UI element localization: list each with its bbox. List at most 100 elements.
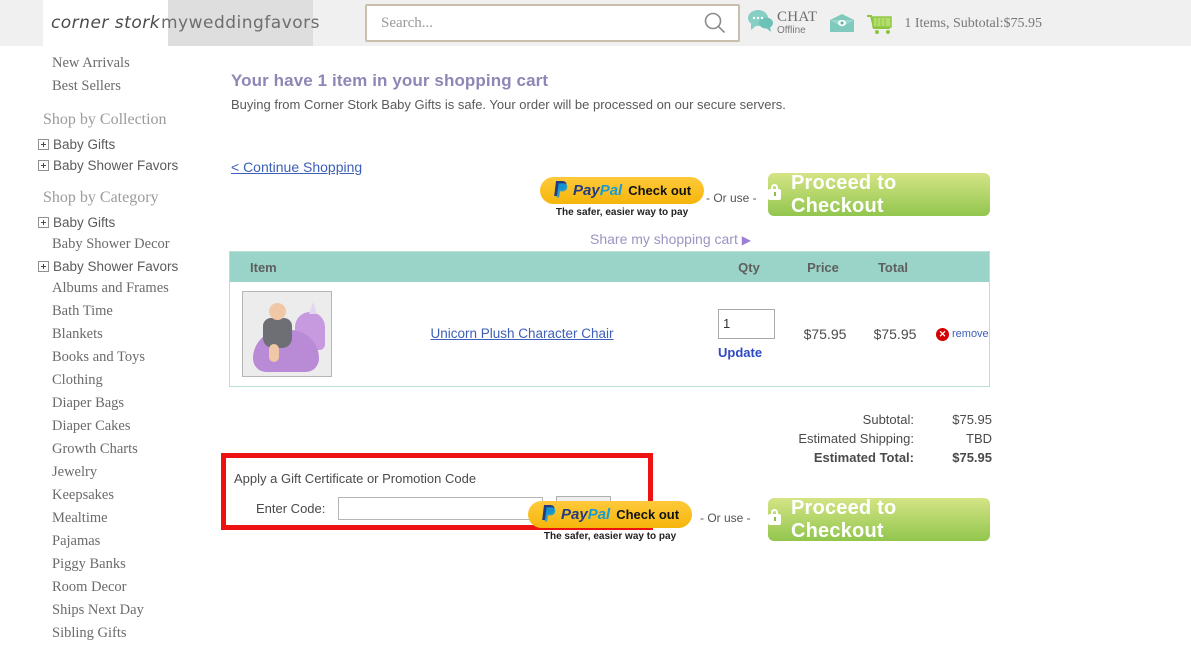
chat-bubble-icon[interactable]	[746, 8, 774, 39]
sidebar-item-best-sellers[interactable]: Best Sellers	[0, 75, 220, 98]
paypal-checkout-block-top: Pay Pal Check out The safer, easier way t…	[540, 177, 705, 218]
paypal-logo-icon	[553, 180, 570, 202]
update-quantity-link[interactable]: Update	[718, 345, 762, 360]
sidebar-item-collection-baby-shower-favors[interactable]: Baby Shower Favors	[0, 155, 220, 176]
subtotal-label: Subtotal:	[862, 412, 914, 427]
sidebar-item-piggy-banks[interactable]: Piggy Banks	[0, 553, 220, 576]
page-subtitle: Buying from Corner Stork Baby Gifts is s…	[231, 97, 786, 112]
order-totals: Subtotal: $75.95 Estimated Shipping: TBD…	[720, 410, 992, 467]
quantity-cell: Update	[712, 308, 790, 360]
cart-summary-text[interactable]: 1 Items, Subtotal:$75.95	[904, 16, 1042, 32]
paypal-checkout-block-bottom: Pay Pal Check out The safer, easier way t…	[528, 501, 693, 542]
remove-item-button[interactable]: ✕ remove	[930, 327, 1010, 341]
chat-label: CHAT	[777, 9, 818, 26]
paypal-pay-text: Pay	[561, 506, 588, 523]
tab-myweddingfavors-label: myweddingfavors	[160, 13, 321, 33]
expand-plus-icon[interactable]	[38, 160, 49, 171]
paypal-tagline-bottom: The safer, easier way to pay	[543, 531, 677, 542]
product-line-total: $75.95	[873, 326, 917, 342]
sidebar-item-label: Baby Shower Favors	[53, 158, 179, 173]
sidebar-item-albums-and-frames[interactable]: Albums and Frames	[0, 277, 220, 300]
quantity-input[interactable]	[718, 308, 775, 339]
page-title: Your have 1 item in your shopping cart	[231, 71, 549, 90]
subtotal-value: $75.95	[952, 412, 992, 427]
paypal-logo-icon	[541, 504, 558, 526]
sidebar-item-diaper-bags[interactable]: Diaper Bags	[0, 392, 220, 415]
total-row-shipping: Estimated Shipping: TBD	[720, 429, 992, 448]
sidebar-item-growth-charts[interactable]: Growth Charts	[0, 438, 220, 461]
expand-plus-icon[interactable]	[38, 139, 49, 150]
or-use-separator-bottom: - Or use -	[700, 511, 751, 525]
sidebar-item-clothing[interactable]: Clothing	[0, 369, 220, 392]
or-use-separator-top: - Or use -	[706, 191, 757, 205]
promo-code-input[interactable]	[338, 496, 544, 520]
chat-status: Offline	[777, 25, 806, 37]
sidebar-item-books-and-toys[interactable]: Books and Toys	[0, 346, 220, 369]
paypal-checkout-button-bottom[interactable]: Pay Pal Check out	[528, 501, 693, 528]
estimated-total-value: $75.95	[952, 450, 992, 465]
sidebar-item-category-baby-gifts[interactable]: Baby Gifts	[0, 212, 220, 233]
sidebar-item-pajamas[interactable]: Pajamas	[0, 530, 220, 553]
product-name-link[interactable]: Unicorn Plush Character Chair	[430, 326, 613, 341]
thumbnail-baby-leg	[269, 344, 279, 362]
search-input[interactable]	[379, 6, 698, 40]
total-row-subtotal: Subtotal: $75.95	[720, 410, 992, 429]
remove-x-icon: ✕	[936, 327, 949, 341]
mail-icon[interactable]	[828, 13, 856, 35]
sidebar-item-mealtime[interactable]: Mealtime	[0, 507, 220, 530]
sidebar-item-label: Baby Gifts	[53, 215, 116, 230]
lock-icon	[768, 509, 781, 525]
proceed-to-checkout-label: Proceed to Checkout	[791, 171, 897, 217]
sidebar-item-keepsakes[interactable]: Keepsakes	[0, 484, 220, 507]
sidebar-item-ships-next-day[interactable]: Ships Next Day	[0, 599, 220, 622]
top-header-bar: corner stork myweddingfavors Search... C…	[0, 0, 1191, 47]
paypal-pal-text: Pal	[599, 182, 623, 199]
cart-table-header-row: Item Qty Price Total	[230, 252, 989, 282]
paypal-pal-text: Pal	[587, 506, 611, 523]
thumbnail-unicorn-horn	[309, 302, 317, 314]
expand-plus-icon[interactable]	[38, 261, 49, 272]
proceed-to-checkout-label: Proceed to Checkout	[791, 496, 897, 542]
tab-myweddingfavors[interactable]: myweddingfavors	[161, 0, 320, 46]
share-shopping-cart-link[interactable]: Share my shopping cart ▶	[590, 231, 751, 247]
sidebar-item-label: Baby Shower Favors	[53, 259, 179, 274]
paypal-pay-text: Pay	[573, 182, 600, 199]
column-header-price: Price	[807, 259, 839, 275]
search-bar[interactable]	[365, 4, 740, 42]
sidebar-item-jewelry[interactable]: Jewelry	[0, 461, 220, 484]
sidebar-item-new-arrivals[interactable]: New Arrivals	[0, 52, 220, 75]
expand-plus-icon[interactable]	[38, 217, 49, 228]
sidebar-item-baby-shower-decor[interactable]: Baby Shower Decor	[0, 233, 220, 256]
sidebar-item-room-decor[interactable]: Room Decor	[0, 576, 220, 599]
sidebar-item-label: Baby Gifts	[53, 137, 116, 152]
tab-corner-stork[interactable]: corner stork	[43, 0, 168, 46]
sidebar-navigation: New Arrivals Best Sellers Shop by Collec…	[0, 46, 220, 641]
column-header-total: Total	[877, 259, 909, 275]
tab-corner-stork-label: corner stork	[50, 13, 161, 33]
chat-text-group[interactable]: CHAT Offline	[777, 10, 817, 36]
paypal-tagline-top: The safer, easier way to pay	[555, 207, 689, 218]
sidebar-item-collection-baby-gifts[interactable]: Baby Gifts	[0, 134, 220, 155]
proceed-to-checkout-button-bottom[interactable]: Proceed to Checkout	[768, 496, 990, 542]
sidebar-heading-shop-by-category: Shop by Category	[43, 189, 159, 206]
estimated-shipping-label: Estimated Shipping:	[798, 431, 914, 446]
paypal-checkout-text: Check out	[616, 507, 680, 522]
continue-shopping-link[interactable]: < Continue Shopping	[231, 159, 362, 175]
product-thumbnail[interactable]	[242, 291, 332, 377]
paypal-checkout-button-top[interactable]: Pay Pal Check out	[540, 177, 705, 204]
column-header-qty: Qty	[738, 259, 760, 275]
sidebar-item-sibling-gifts[interactable]: Sibling Gifts	[0, 622, 220, 645]
lock-icon	[768, 184, 781, 200]
thumbnail-baby-body	[263, 318, 292, 348]
enter-code-label: Enter Code:	[256, 500, 326, 516]
search-icon[interactable]	[698, 6, 732, 40]
shopping-cart-icon[interactable]	[865, 13, 895, 35]
thumbnail-baby-head	[269, 303, 286, 320]
sidebar-item-diaper-cakes[interactable]: Diaper Cakes	[0, 415, 220, 438]
sidebar-item-blankets[interactable]: Blankets	[0, 323, 220, 346]
sidebar-item-category-baby-shower-favors[interactable]: Baby Shower Favors	[0, 256, 220, 277]
estimated-shipping-value: TBD	[966, 431, 992, 446]
sidebar-item-bath-time[interactable]: Bath Time	[0, 300, 220, 323]
site-tab-group: corner stork myweddingfavors	[43, 0, 320, 46]
proceed-to-checkout-button-top[interactable]: Proceed to Checkout	[768, 171, 990, 217]
